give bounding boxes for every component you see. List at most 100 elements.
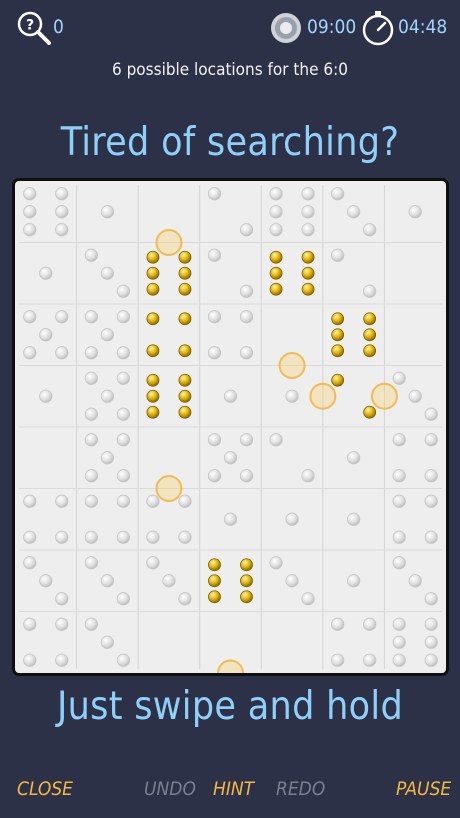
pip [392,556,406,570]
pip [301,469,315,483]
pip [55,617,69,631]
highlighted-pip [208,558,221,572]
pip [84,310,98,324]
pip [100,389,114,403]
highlighted-pip [240,590,253,604]
pip [100,574,114,588]
pip [55,530,69,544]
highlighted-pip [178,250,192,264]
pip [84,469,98,483]
pip [178,494,192,508]
undo-button[interactable]: UNDO [144,778,196,800]
pip [424,433,438,447]
highlighted-pip [331,373,345,387]
highlighted-pip [301,282,315,296]
pip [23,617,37,631]
pip [347,451,361,465]
pip [331,248,345,262]
highlighted-pip [269,250,283,264]
pip [178,530,192,544]
pip [424,530,438,544]
top-bar: ? 0 09:00 04:48 [0,0,460,56]
pip [100,205,114,219]
pip [84,407,98,421]
pip [39,389,53,403]
pip [223,451,238,465]
pip [84,617,98,631]
pip [116,494,130,508]
close-button[interactable]: CLOSE [17,778,73,800]
pip [39,328,53,342]
highlighted-pip [301,250,315,264]
pip [116,530,130,544]
pip [207,248,222,262]
pip [39,266,53,280]
pip [424,635,438,649]
pip [116,371,130,385]
highlighted-pip [178,344,192,358]
highlighted-pip [146,373,160,387]
pip [146,494,160,508]
pip [55,494,69,508]
pip [23,556,37,570]
hint-location-marker [155,229,183,256]
pip [239,284,254,298]
pip [424,592,438,606]
pip [23,310,37,324]
pip [116,653,130,667]
pip [84,433,98,447]
hint-button[interactable]: HINT [213,778,254,800]
pip [100,328,114,342]
pip [100,451,114,465]
pause-button[interactable]: PAUSE [396,778,451,800]
redo-button[interactable]: REDO [276,778,325,800]
highlighted-pip [178,282,192,296]
pip [146,530,160,544]
magnifier-question-icon[interactable]: ? [16,10,52,46]
pip [392,653,406,667]
highlighted-pip [146,389,160,403]
stopwatch-icon [362,11,394,46]
hint-location-marker [278,352,306,379]
highlighted-pip [178,373,192,387]
highlighted-pip [331,328,345,342]
pip [223,389,238,403]
pip [116,284,130,298]
pip [239,433,254,447]
highlighted-pip [146,312,160,326]
highlighted-pip [363,312,377,326]
pip [239,469,254,483]
pip [207,469,222,483]
hint-count: 0 [53,16,64,38]
highlighted-pip [208,574,221,588]
pip [55,205,69,219]
pip [223,512,238,526]
pip [23,205,37,219]
highlighted-pip [178,405,192,419]
pip [23,187,37,201]
pip [331,187,345,201]
pip [23,223,37,237]
pip [146,556,160,570]
domino-board[interactable] [15,181,446,673]
pip [84,371,98,385]
pip [116,346,130,360]
pip [207,310,222,324]
pip [100,266,114,280]
pip [363,653,377,667]
target-time-icon [271,13,301,43]
pip [269,187,283,201]
target-time: 09:00 [307,16,357,38]
pip [392,635,406,649]
pip [178,592,192,606]
pip [116,592,130,606]
pip [347,512,361,526]
pip [363,617,377,631]
highlighted-pip [240,558,253,572]
pip [239,223,254,237]
elapsed-time: 04:48 [398,16,448,38]
pip [392,433,406,447]
pip [207,187,222,201]
highlighted-pip [269,282,283,296]
pip [23,494,37,508]
